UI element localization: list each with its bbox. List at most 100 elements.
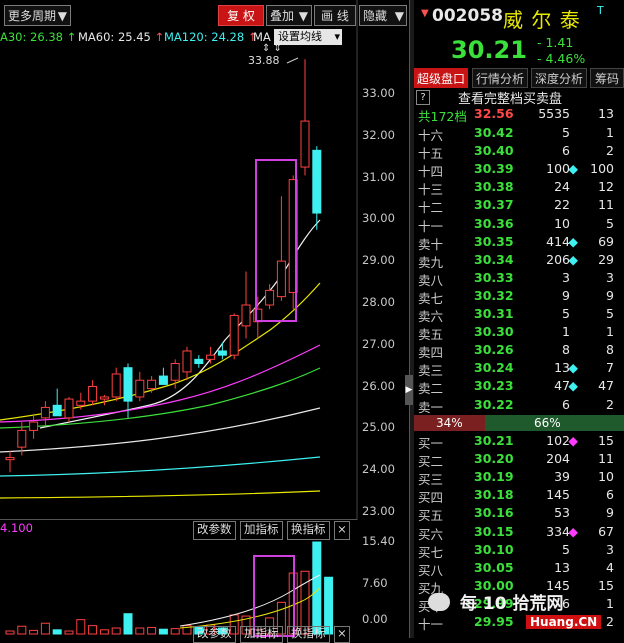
ask-row[interactable]: 卖六 30.31 5 5 [414,305,624,324]
level-count: 3 [606,269,614,285]
candle [64,396,74,423]
candle-body [76,400,86,406]
ask-row[interactable]: 卖八 30.33 3 3 [414,269,624,288]
bid-row[interactable]: 买五 30.16 53 9 [414,504,624,523]
ma120-line [0,456,321,477]
level-volume: 23 [554,614,570,629]
candle-body [5,457,15,461]
level-count: 69 [598,233,614,249]
volume-tick-label: 7.60 [362,576,388,590]
candle [29,413,39,439]
volume-bar [17,625,27,635]
level-count: 1 [606,595,614,611]
candle [147,376,157,393]
switch-indicator-button-2[interactable]: 换指标 [287,626,330,643]
candle [229,313,239,360]
help-icon[interactable]: ? [416,90,430,105]
level-count: 15 [598,433,614,448]
candle [241,271,251,339]
ask-row[interactable]: 十六 30.42 5 1 [414,124,624,143]
bid-row[interactable]: 买九 30.00 145 15 [414,577,624,596]
ask-row[interactable]: 十四 30.39 100 ◆ 100 [414,160,624,179]
level-volume: 204 [546,451,570,467]
ask-row[interactable]: 十三 30.38 24 12 [414,178,624,197]
level-price: 29.99 [474,595,514,611]
tab-chips[interactable]: 筹码分 [590,68,624,88]
candle [111,367,121,402]
close-pane-button-2[interactable]: × [334,626,350,643]
volume-bar [64,630,74,635]
ask-row[interactable]: 十五 30.40 6 2 [414,142,624,161]
buy-sell-ratio-bar: 34% 66% [414,415,624,431]
candle-body [158,375,168,385]
level-count: 1 [606,324,614,340]
bid-row[interactable]: 买一 30.21 102 ◆ 15 [414,432,624,451]
ask-row[interactable]: 卖九 30.34 206 ◆ 29 [414,251,624,270]
ask-row[interactable]: 卖四 30.26 8 8 [414,341,624,360]
candle-body [64,398,74,419]
level-volume: 1 [562,324,570,340]
price-tick-label: 29.00 [362,253,395,268]
level-volume: 5 [562,306,570,321]
change-params-button-2[interactable]: 改参数 [193,626,236,643]
ask-row[interactable]: 卖七 30.32 9 9 [414,287,624,306]
bid-row[interactable]: 买七 30.10 5 3 [414,541,624,560]
volume-bar [111,627,121,635]
candle [99,394,109,406]
collapse-arrow-icon[interactable]: ▶ [405,375,413,405]
diamond-icon: ◆ [568,433,578,448]
candle-body [182,350,192,373]
price-change: - 1.41 [537,35,574,50]
summary-count: 13 [598,106,614,121]
bid-row[interactable]: 买十 29.99 6 1 [414,595,624,614]
level-volume: 145 [546,577,570,593]
level-price: 30.35 [474,233,514,249]
ask-row[interactable]: 卖三 30.24 13 ◆ 7 [414,359,624,378]
level-volume: 6 [562,595,570,611]
level-count: 9 [606,287,614,303]
level-volume: 100 [546,161,570,177]
candle-body [52,404,62,417]
level-label: 卖一 [418,399,444,415]
level-volume: 206 [546,251,570,267]
price-tick-label: 26.00 [362,378,395,393]
ask-row[interactable]: 卖十 30.35 414 ◆ 69 [414,233,624,252]
level-volume: 3 [562,269,570,285]
level-count: 10 [598,469,614,485]
add-indicator-button-2[interactable]: 加指标 [240,626,283,643]
volume-bar [40,622,50,635]
bid-row[interactable]: 买二 30.20 204 11 [414,450,624,469]
diamond-icon: ◆ [568,360,578,376]
ask-row[interactable]: 卖一 30.22 6 2 [414,396,624,415]
volume-bar [5,630,15,635]
ask-row[interactable]: 卖二 30.23 47 ◆ 47 [414,377,624,396]
candle [5,451,15,473]
tab-market-analysis[interactable]: 行情分析 [472,68,528,88]
candle [182,346,192,381]
candle [217,342,227,360]
diamond-icon: ◆ [568,251,578,267]
candle-body [229,314,239,356]
candle-body [123,367,133,402]
candle-body [312,149,322,214]
ask-row[interactable]: 十二 30.37 22 11 [414,196,624,215]
bid-row[interactable]: 买八 30.05 13 4 [414,559,624,578]
level-volume: 5 [562,541,570,557]
bid-row[interactable]: 买四 30.18 145 6 [414,486,624,505]
tab-depth-analysis[interactable]: 深度分析 [531,68,587,88]
bid-row[interactable]: 买六 30.15 334 ◆ 67 [414,523,624,542]
level-price: 30.39 [474,161,514,177]
level-price: 30.19 [474,469,514,485]
level-price: 30.21 [474,433,514,448]
peak-label: 33.88 [248,54,280,67]
bid-row[interactable]: 十一 29.95 23 2 [414,613,624,632]
volume-bar [76,619,86,635]
ask-row[interactable]: 十一 30.36 10 5 [414,215,624,234]
book-summary-row: 共172档 32.56 5535 13 [414,105,624,124]
tab-super-book[interactable]: 超级盘口 [414,68,468,88]
level-price: 30.33 [474,269,514,285]
volume-chart [5,541,334,637]
volume-bar [158,628,168,635]
bid-row[interactable]: 买三 30.19 39 10 [414,468,624,487]
ask-row[interactable]: 卖五 30.30 1 1 [414,323,624,342]
